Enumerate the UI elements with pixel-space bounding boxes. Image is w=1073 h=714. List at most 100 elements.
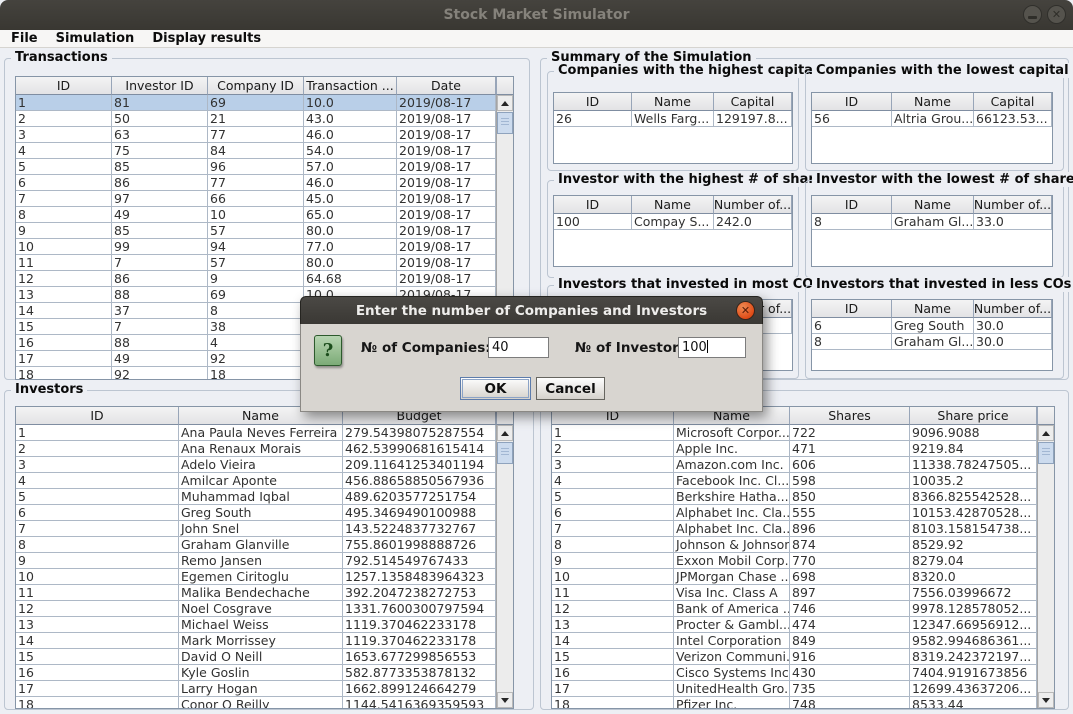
scrollbar-thumb[interactable]: [497, 442, 513, 464]
table-row[interactable]: 5Berkshire Hatha...8508366.825542528...: [552, 489, 1054, 505]
scroll-up-button[interactable]: [497, 425, 513, 441]
table-row[interactable]: 9Remo Jansen792.514549767433: [16, 553, 513, 569]
scrollbar-thumb[interactable]: [1038, 442, 1054, 464]
column-header[interactable]: Name: [892, 300, 974, 318]
column-header[interactable]: Name: [892, 196, 974, 214]
table-cell: Michael Weiss: [179, 617, 343, 633]
column-header[interactable]: ID: [554, 93, 632, 111]
scrollbar-thumb[interactable]: [497, 112, 513, 134]
scroll-up-button[interactable]: [1038, 425, 1054, 441]
column-header[interactable]: Share price: [910, 407, 1037, 425]
column-header[interactable]: ID: [16, 407, 179, 425]
vertical-scrollbar[interactable]: [496, 425, 513, 708]
menu-file[interactable]: File: [2, 31, 47, 46]
column-header[interactable]: ID: [16, 77, 112, 95]
table-row[interactable]: 7Alphabet Inc. Cla...8968103.158154738..…: [552, 521, 1054, 537]
window-titlebar[interactable]: Stock Market Simulator ✕: [0, 0, 1073, 30]
table-row[interactable]: 8Graham Gl...33.0: [812, 214, 1052, 230]
column-header[interactable]: Transaction ...: [304, 77, 397, 95]
column-header[interactable]: ID: [812, 93, 892, 111]
table-row[interactable]: 13Procter & Gambl...47412347.66956912...: [552, 617, 1054, 633]
column-header[interactable]: ID: [812, 196, 892, 214]
table-row[interactable]: 3Amazon.com Inc.60611338.78247505...: [552, 457, 1054, 473]
table-row[interactable]: 56Altria Grou...66123.53...: [812, 111, 1052, 127]
table-row[interactable]: 7976645.02019/08-17: [16, 191, 513, 207]
column-header[interactable]: Name: [632, 93, 714, 111]
table-row[interactable]: 5Muhammad Iqbal489.6203577251754: [16, 489, 513, 505]
table-row[interactable]: 6Greg South495.3469490100988: [16, 505, 513, 521]
investors-input[interactable]: 100: [678, 337, 746, 358]
table-row[interactable]: 6Alphabet Inc. Cla...55510153.42870528..…: [552, 505, 1054, 521]
table-row[interactable]: 4Amilcar Aponte456.88658850567936: [16, 473, 513, 489]
scroll-down-button[interactable]: [1038, 692, 1054, 708]
table-row[interactable]: 1Ana Paula Neves Ferreira279.54398075287…: [16, 425, 513, 441]
table-row[interactable]: 10999477.02019/08-17: [16, 239, 513, 255]
cancel-button[interactable]: Cancel: [536, 377, 605, 400]
table-row[interactable]: 7John Snel143.5224837732767: [16, 521, 513, 537]
column-header[interactable]: Date: [397, 77, 496, 95]
ok-button[interactable]: OK: [460, 377, 531, 400]
column-header[interactable]: ID: [554, 196, 632, 214]
scroll-up-button[interactable]: [497, 95, 513, 111]
table-row[interactable]: 18Pfizer Inc.7488533.44: [552, 697, 1054, 708]
table-row[interactable]: 14Intel Corporation8499582.994686361...: [552, 633, 1054, 649]
vertical-scrollbar[interactable]: [1037, 425, 1054, 708]
companies-input[interactable]: 40: [488, 337, 549, 358]
scroll-down-button[interactable]: [497, 692, 513, 708]
table-row[interactable]: 2Apple Inc.4719219.84: [552, 441, 1054, 457]
table-row[interactable]: 8Johnson & Johnson8748529.92: [552, 537, 1054, 553]
menu-simulation[interactable]: Simulation: [47, 31, 144, 46]
column-header[interactable]: Company ID: [208, 77, 304, 95]
table-row[interactable]: 10Egemen Ciritoglu1257.1358483964323: [16, 569, 513, 585]
table-row[interactable]: 100Compay S...242.0: [554, 214, 792, 230]
table-row[interactable]: 12Noel Cosgrave1331.7600300797594: [16, 601, 513, 617]
column-header[interactable]: Number of...: [714, 196, 792, 214]
table-row[interactable]: 4758454.02019/08-17: [16, 143, 513, 159]
table-row[interactable]: 9855780.02019/08-17: [16, 223, 513, 239]
column-header[interactable]: Shares: [790, 407, 910, 425]
minimize-button[interactable]: [1023, 5, 1042, 24]
column-header[interactable]: ID: [812, 300, 892, 318]
table-row[interactable]: 6Greg South30.0: [812, 318, 1052, 334]
table-row[interactable]: 3Adelo Vieira209.11641253401194: [16, 457, 513, 473]
table-row[interactable]: 1Microsoft Corpor...7229096.9088: [552, 425, 1054, 441]
table-row[interactable]: 1175780.02019/08-17: [16, 255, 513, 271]
table-row[interactable]: 16Kyle Goslin582.8773353878132: [16, 665, 513, 681]
table-row[interactable]: 6867746.02019/08-17: [16, 175, 513, 191]
table-row[interactable]: 4Facebook Inc. Cl...59810035.2: [552, 473, 1054, 489]
table-row[interactable]: 9Exxon Mobil Corp...7708279.04: [552, 553, 1054, 569]
table-row[interactable]: 11Malika Bendechache392.2047238272753: [16, 585, 513, 601]
table-row[interactable]: 5859657.02019/08-17: [16, 159, 513, 175]
table-row[interactable]: 17Larry Hogan1662.899124664279: [16, 681, 513, 697]
table-row[interactable]: 2502143.02019/08-17: [16, 111, 513, 127]
table-row[interactable]: 12Bank of America ...7469978.128578052..…: [552, 601, 1054, 617]
table-row[interactable]: 17UnitedHealth Gro...73512699.43637206..…: [552, 681, 1054, 697]
column-header[interactable]: Number of...: [974, 196, 1052, 214]
table-row[interactable]: 15Verizon Communi...9168319.242372197...: [552, 649, 1054, 665]
table-row[interactable]: 15David O Neill1653.677299856553: [16, 649, 513, 665]
table-row[interactable]: 26Wells Farg...129197.8...: [554, 111, 792, 127]
table-row[interactable]: 13Michael Weiss1119.370462233178: [16, 617, 513, 633]
column-header[interactable]: Investor ID: [112, 77, 208, 95]
table-row[interactable]: 8Graham Glanville755.8601998888726: [16, 537, 513, 553]
table-row[interactable]: 1816910.02019/08-17: [16, 95, 513, 111]
column-header[interactable]: Name: [892, 93, 974, 111]
table-row[interactable]: 16Cisco Systems Inc.4307404.9191673856: [552, 665, 1054, 681]
table-row[interactable]: 8Graham Gl...30.0: [812, 334, 1052, 350]
column-header[interactable]: Name: [632, 196, 714, 214]
table-row[interactable]: 3637746.02019/08-17: [16, 127, 513, 143]
column-header[interactable]: Capital: [714, 93, 792, 111]
table-row[interactable]: 2Ana Renaux Morais462.53990681615414: [16, 441, 513, 457]
table-row[interactable]: 11Visa Inc. Class A8977556.03996672: [552, 585, 1054, 601]
menu-display-results[interactable]: Display results: [143, 31, 270, 46]
table-row[interactable]: 10JPMorgan Chase ...6988320.0: [552, 569, 1054, 585]
dialog-titlebar[interactable]: Enter the number of Companies and Invest…: [300, 296, 763, 324]
column-header[interactable]: Number of...: [974, 300, 1052, 318]
dialog-close-button[interactable]: ✕: [736, 301, 755, 320]
table-row[interactable]: 8491065.02019/08-17: [16, 207, 513, 223]
column-header[interactable]: Capital: [974, 93, 1052, 111]
table-row[interactable]: 14Mark Morrissey1119.370462233178: [16, 633, 513, 649]
table-row[interactable]: 1286964.682019/08-17: [16, 271, 513, 287]
close-button[interactable]: ✕: [1047, 5, 1066, 24]
table-row[interactable]: 18Conor O Reilly1144.5416369359593: [16, 697, 513, 708]
